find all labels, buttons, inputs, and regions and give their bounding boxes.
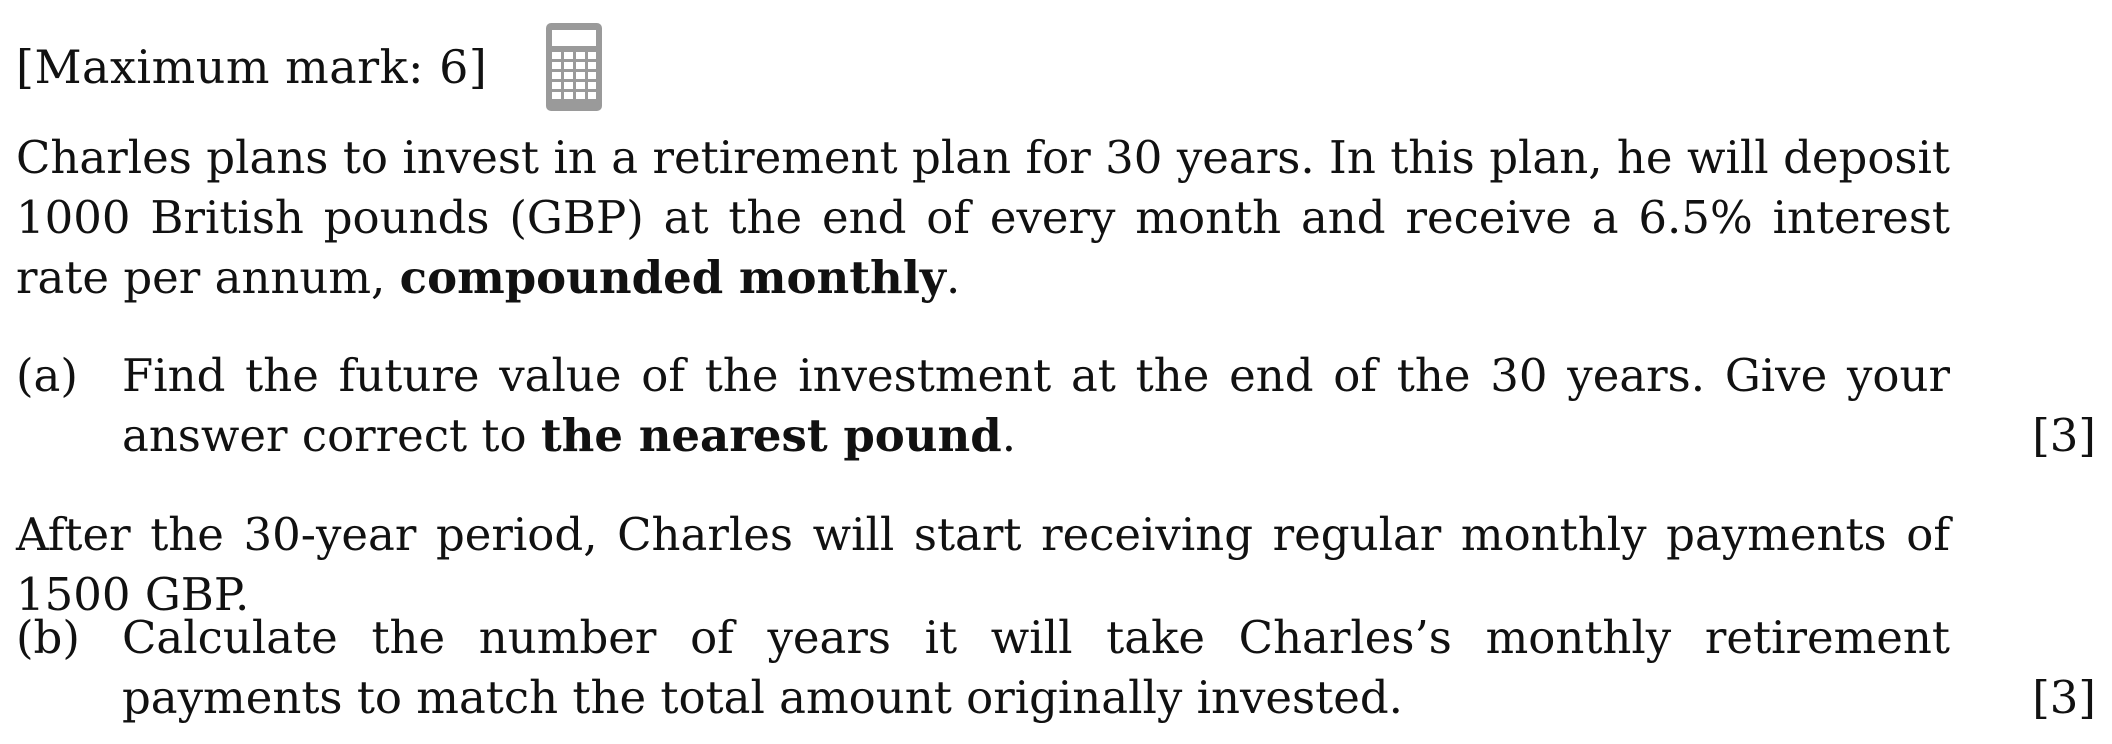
intro-text: Charles plans to invest in a retirement … [16, 131, 1950, 304]
part-b-marks: [3] [2032, 671, 2096, 724]
part-a-bold-text: the nearest pound [540, 409, 1002, 462]
part-b-text: Calculate the number of years it will ta… [122, 611, 1950, 724]
intro-paragraph: Charles plans to invest in a retirement … [16, 128, 1950, 308]
part-a-marks: [3] [2032, 409, 2096, 462]
part-a-text-end: . [1001, 409, 1017, 462]
intro-end: . [945, 251, 961, 304]
part-a-text-main: Find the future value of the investment … [122, 349, 1950, 462]
part-a-label: (a) [16, 349, 78, 402]
part-a-text: Find the future value of the investment … [122, 346, 1950, 466]
maximum-mark: [Maximum mark: 6] [16, 40, 488, 94]
middle-paragraph: After the 30-year period, Charles will s… [16, 508, 1950, 621]
question-header: [Maximum mark: 6] [16, 22, 603, 112]
intro-bold-text: compounded monthly [399, 251, 946, 304]
question-page: [Maximum mark: 6] Charles plans to inves… [0, 0, 2112, 744]
calculator-icon [545, 22, 603, 112]
part-b-label: (b) [16, 611, 80, 664]
